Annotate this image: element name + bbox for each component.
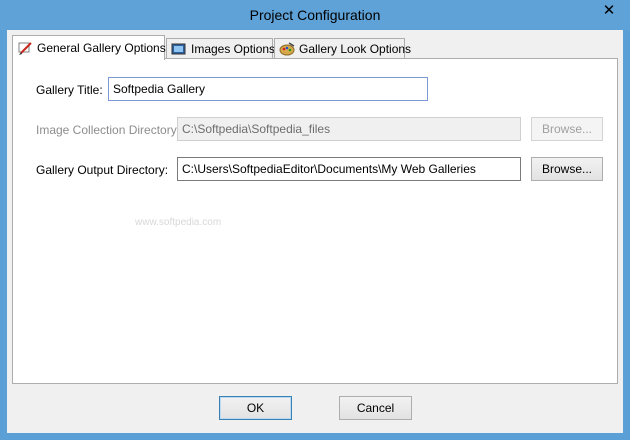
- tab-general-gallery-options[interactable]: General Gallery Options: [12, 35, 166, 60]
- pencil-icon: [17, 41, 33, 55]
- tab-images-options[interactable]: Images Options: [166, 38, 276, 59]
- gallery-output-directory-input[interactable]: [177, 157, 521, 181]
- image-dir-browse-button[interactable]: Browse...: [531, 117, 603, 141]
- softpedia-watermark: www.softpedia.com: [135, 217, 222, 228]
- tab-label: General Gallery Options: [37, 41, 166, 55]
- gallery-title-input[interactable]: [108, 77, 428, 101]
- dialog-client-area: General Gallery Options Images Options G…: [7, 30, 623, 433]
- close-button[interactable]: ✕: [594, 0, 624, 22]
- image-collection-directory-label: Image Collection Directory:: [36, 123, 181, 137]
- tab-label: Gallery Look Options: [299, 42, 412, 56]
- palette-icon: [279, 42, 295, 56]
- tab-gallery-look-options[interactable]: Gallery Look Options: [274, 38, 411, 59]
- cancel-button[interactable]: Cancel: [339, 396, 412, 420]
- window-title: Project Configuration: [249, 7, 381, 23]
- project-configuration-window: Project Configuration ✕ General Gallery …: [0, 0, 630, 440]
- general-options-panel: Gallery Title: Image Collection Director…: [12, 58, 618, 384]
- image-collection-directory-input[interactable]: [177, 117, 521, 141]
- ok-button[interactable]: OK: [219, 396, 292, 420]
- gallery-output-directory-label: Gallery Output Directory:: [36, 163, 169, 177]
- image-icon: [171, 42, 187, 56]
- tab-label: Images Options: [191, 42, 276, 56]
- gallery-title-label: Gallery Title:: [36, 83, 103, 97]
- title-bar[interactable]: Project Configuration ✕: [0, 0, 630, 30]
- output-dir-browse-button[interactable]: Browse...: [531, 157, 603, 181]
